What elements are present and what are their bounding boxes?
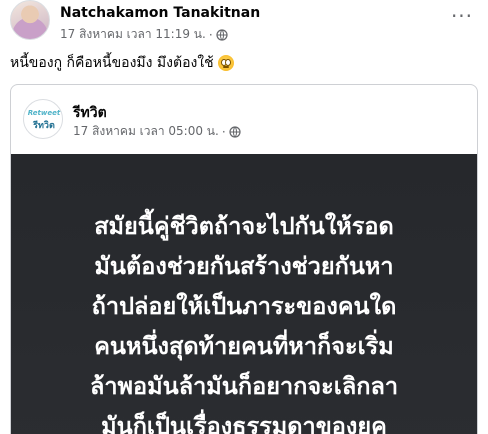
shared-post-meta: 17 สิงหาคม เวลา 05:00 น. · xyxy=(73,122,241,141)
image-text-line: สมัยนี้คู่ชีวิตถ้าจะไปกันให้รอด xyxy=(94,212,394,240)
shared-post-card[interactable]: Retweet รีทวิต รีทวิต 17 สิงหาคม เวลา 05… xyxy=(10,84,478,434)
meta-separator: · xyxy=(208,27,213,42)
globe-icon xyxy=(216,28,228,41)
image-text-block: สมัยนี้คู่ชีวิตถ้าจะไปกันให้รอด มันต้องช… xyxy=(11,206,477,434)
caption-text: หนี้ของกู ก็คือหนี้ของมึง มึงต้องใช้ xyxy=(10,55,214,71)
image-text-line: ล้าพอมันล้ามันก็อยากจะเลิกลา xyxy=(89,372,399,400)
page-logo-top-text: Retweet xyxy=(27,109,61,117)
facebook-post: Natchakamon Tanakitnan 17 สิงหาคม เวลา 1… xyxy=(0,0,488,434)
page-logo-bottom-text: รีทวิต xyxy=(33,121,55,131)
image-text-line: มันต้องช่วยกันสร้างช่วยกันหา xyxy=(94,252,394,280)
image-text-line: มันก็เป็นเรื่องธรรมดาของยุค xyxy=(101,412,387,434)
author-avatar[interactable] xyxy=(10,0,50,40)
post-caption: หนี้ของกู ก็คือหนี้ของมึง มึงต้องใช้ xyxy=(10,52,234,74)
eye-roll-emoji-icon xyxy=(217,55,234,71)
post-meta: 17 สิงหาคม เวลา 11:19 น. · xyxy=(60,25,228,44)
shared-post-timestamp[interactable]: 17 สิงหาคม เวลา 05:00 น. xyxy=(73,122,219,141)
image-text-line: ถ้าปล่อยให้เป็นภาระของคนใด xyxy=(91,292,397,320)
post-header: Natchakamon Tanakitnan 17 สิงหาคม เวลา 1… xyxy=(10,0,478,44)
page-name[interactable]: รีทวิต xyxy=(73,102,107,124)
more-options-button[interactable]: ··· xyxy=(446,6,478,32)
image-text-line: คนหนึ่งสุดท้ายคนที่หาก็จะเริ่ม xyxy=(94,332,394,360)
post-timestamp[interactable]: 17 สิงหาคม เวลา 11:19 น. xyxy=(60,25,206,44)
shared-post-image[interactable]: สมัยนี้คู่ชีวิตถ้าจะไปกันให้รอด มันต้องช… xyxy=(11,154,477,434)
author-name[interactable]: Natchakamon Tanakitnan xyxy=(60,5,260,21)
page-avatar[interactable]: Retweet รีทวิต xyxy=(23,99,63,139)
globe-icon xyxy=(229,125,241,138)
shared-meta-separator: · xyxy=(221,124,226,139)
shared-post-header: Retweet รีทวิต รีทวิต 17 สิงหาคม เวลา 05… xyxy=(11,85,477,149)
